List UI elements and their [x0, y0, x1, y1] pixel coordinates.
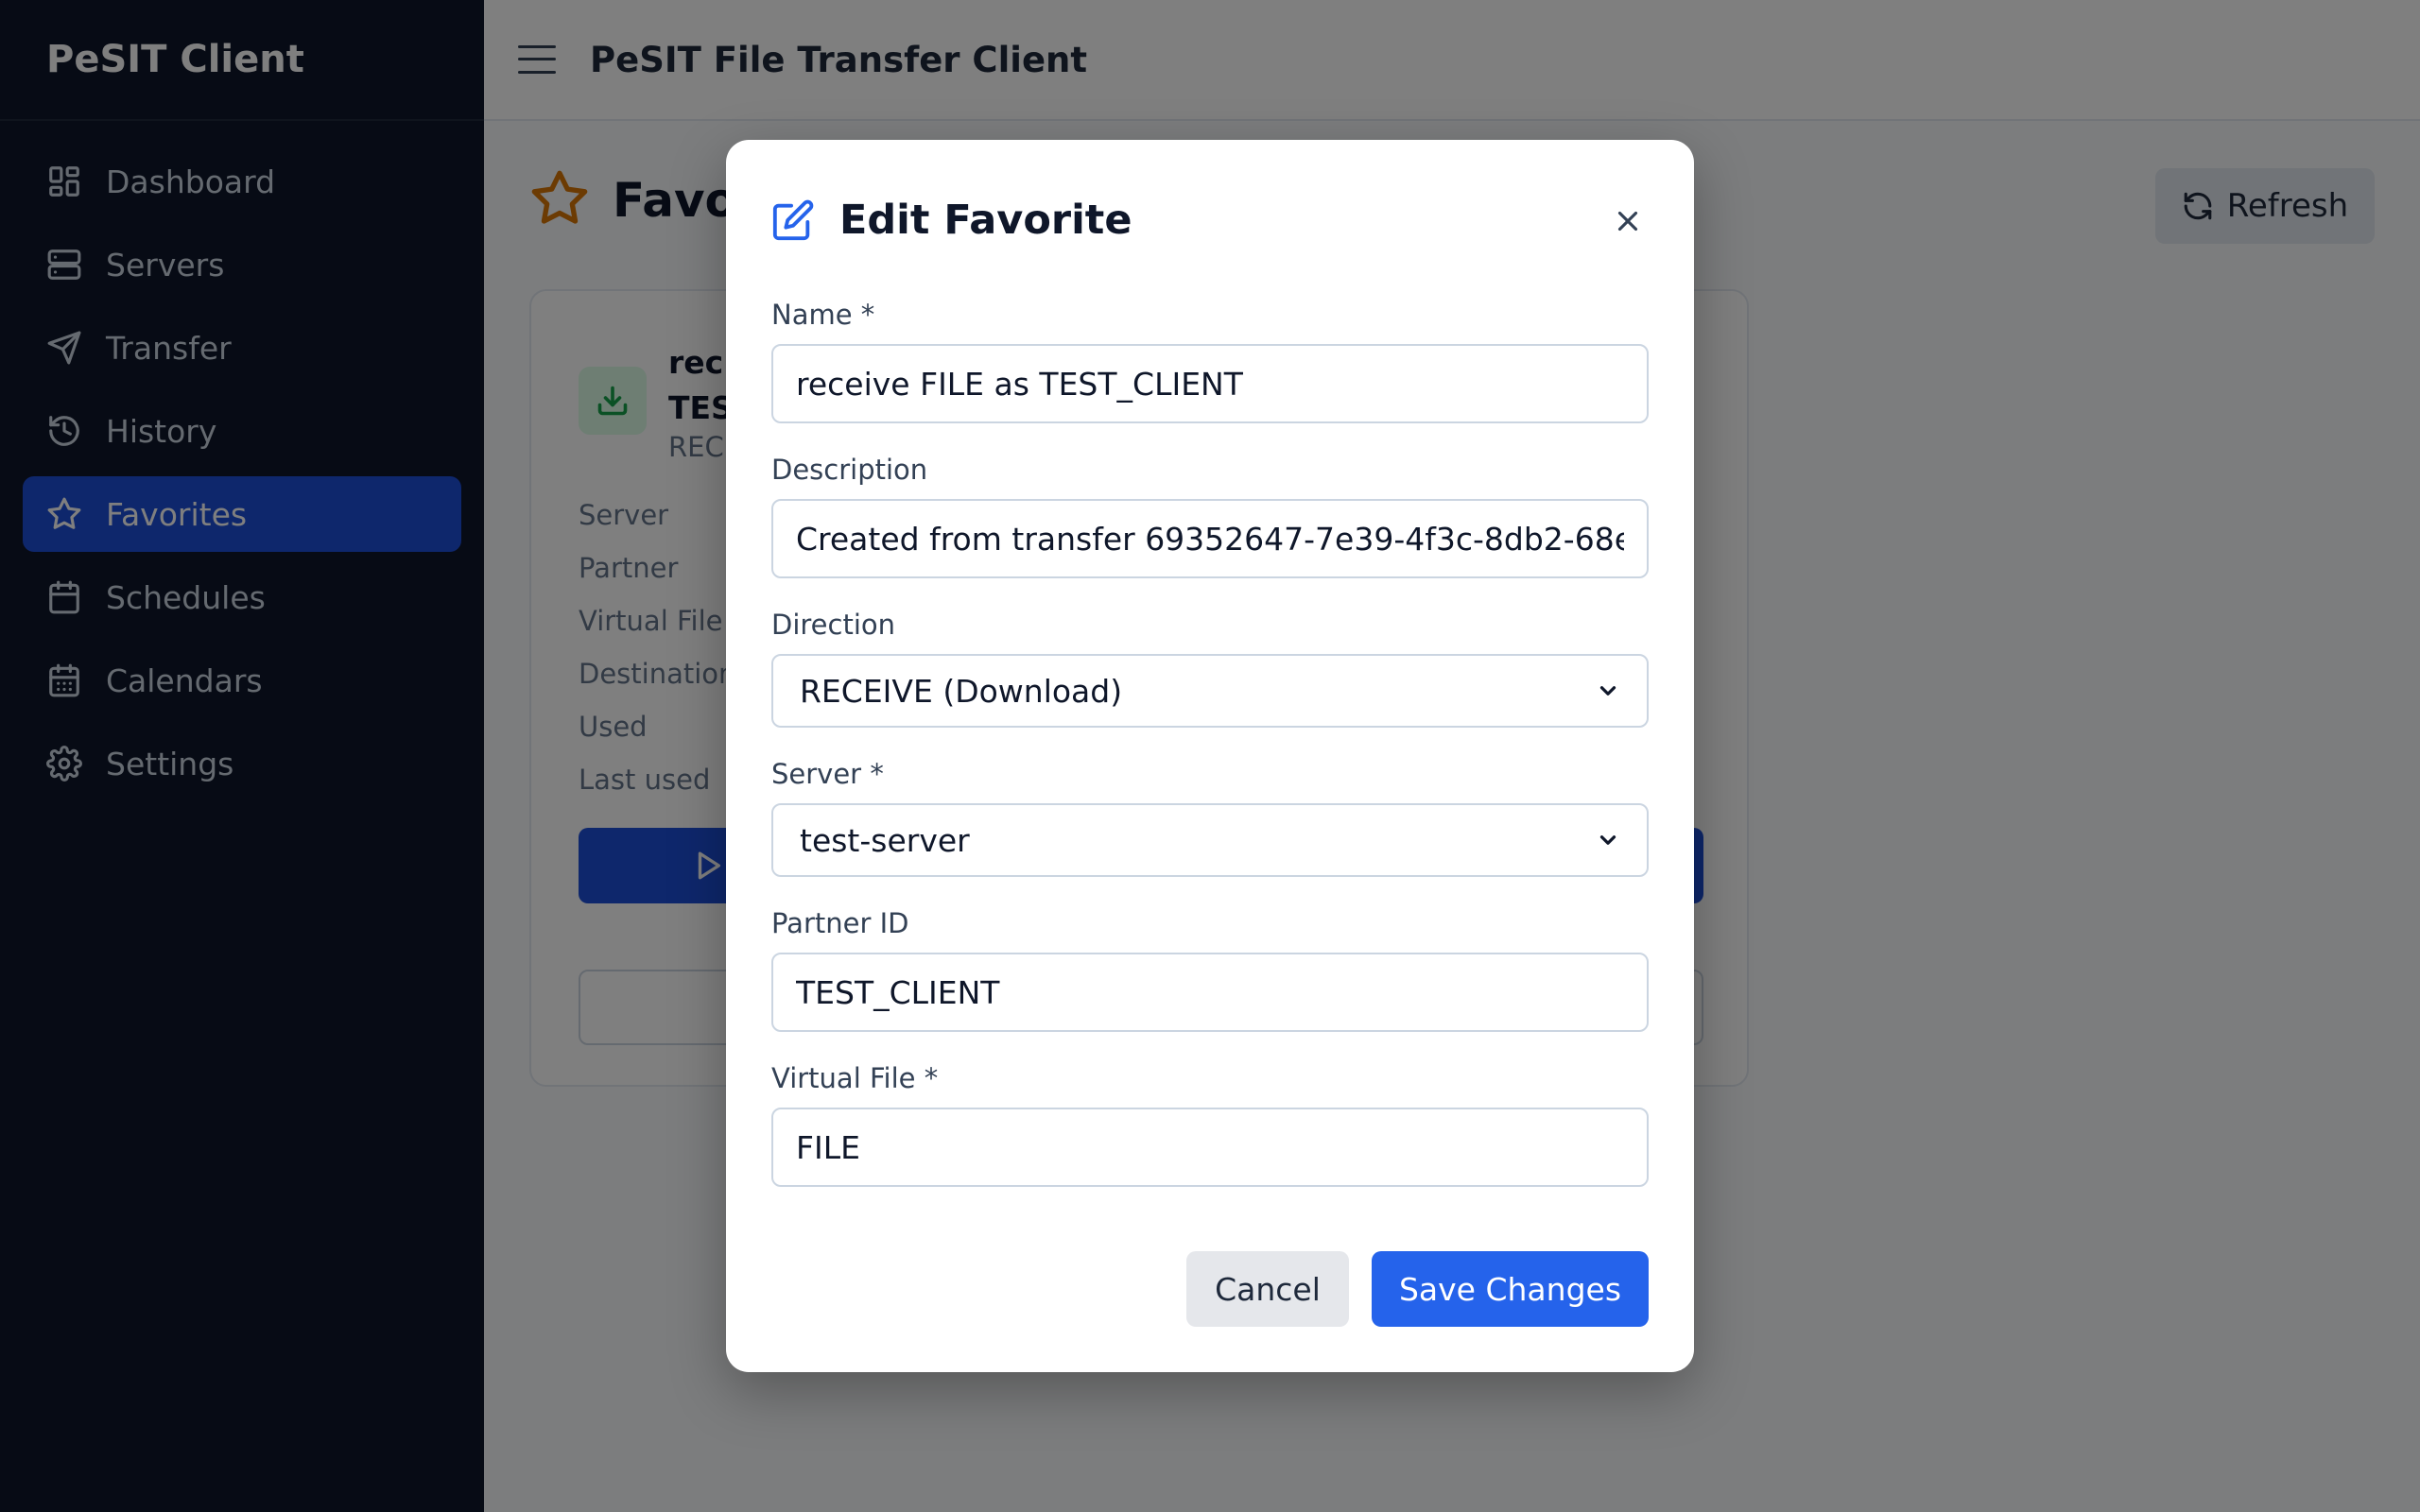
virtual-file-label: Virtual File *	[771, 1062, 939, 1094]
description-label: Description	[771, 454, 928, 486]
virtual-file-input[interactable]	[771, 1108, 1649, 1187]
direction-label: Direction	[771, 609, 896, 641]
name-label: Name *	[771, 299, 875, 331]
server-select[interactable]: test-server	[771, 803, 1649, 877]
close-button[interactable]	[1607, 200, 1649, 242]
close-icon	[1617, 211, 1638, 232]
description-input[interactable]	[771, 499, 1649, 578]
chevron-down-icon	[1599, 835, 1616, 845]
cancel-button[interactable]: Cancel	[1186, 1251, 1349, 1327]
server-label: Server *	[771, 758, 884, 790]
direction-select[interactable]: RECEIVE (Download)	[771, 654, 1649, 728]
direction-selected-value: RECEIVE (Download)	[800, 672, 1123, 710]
partner-id-label: Partner ID	[771, 907, 909, 939]
save-changes-button[interactable]: Save Changes	[1372, 1251, 1649, 1327]
partner-id-input[interactable]	[771, 953, 1649, 1032]
edit-icon	[772, 199, 814, 241]
dialog-header: Edit Favorite	[771, 197, 1132, 244]
dialog-title: Edit Favorite	[839, 197, 1132, 244]
name-input[interactable]	[771, 344, 1649, 423]
server-selected-value: test-server	[800, 821, 970, 859]
chevron-down-icon	[1599, 686, 1616, 696]
edit-favorite-dialog: Edit Favorite Name * Description Directi…	[726, 140, 1694, 1372]
